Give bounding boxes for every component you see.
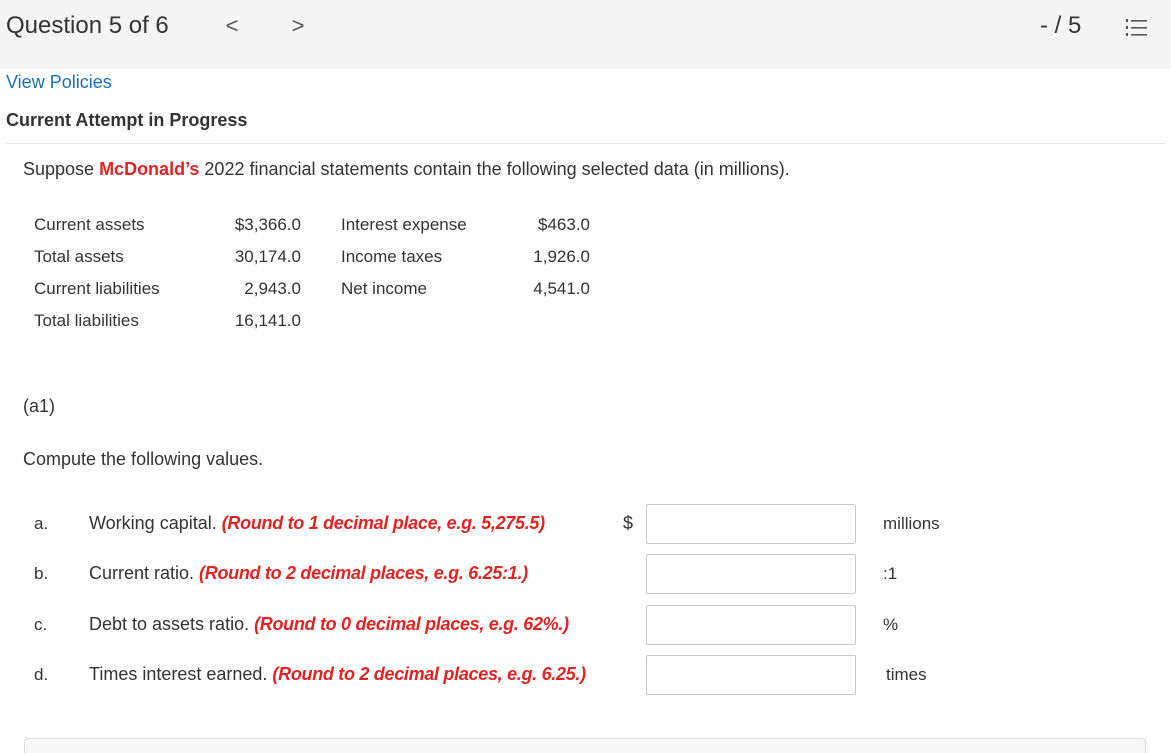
question-label: Current ratio.	[89, 563, 200, 583]
data-value: 2,943.0	[244, 279, 301, 298]
question-letter: b.	[34, 564, 49, 583]
data-value: 1,926.0	[533, 247, 590, 266]
working-capital-input[interactable]	[646, 504, 856, 544]
question-text: Times interest earned. (Round to 2 decim…	[89, 664, 586, 685]
unit-label: :1	[883, 564, 898, 583]
question-label: Times interest earned.	[89, 664, 273, 684]
next-question-button[interactable]: >	[288, 13, 308, 39]
divider	[6, 143, 1166, 144]
data-label: Interest expense	[341, 215, 467, 234]
data-label: Total assets	[34, 247, 124, 266]
list-icon[interactable]	[1124, 16, 1148, 40]
data-value: $463.0	[538, 215, 590, 234]
unit-label: times	[886, 665, 927, 684]
question-letter: c.	[34, 615, 48, 634]
rounding-hint: (Round to 2 decimal places, e.g. 6.25.)	[272, 664, 586, 684]
view-policies-link[interactable]: View Policies	[6, 72, 112, 93]
rounding-hint: (Round to 2 decimal places, e.g. 6.25:1.…	[199, 563, 528, 583]
question-label: Debt to assets ratio.	[89, 614, 255, 634]
question-text: Working capital. (Round to 1 decimal pla…	[89, 513, 545, 534]
question-label: Working capital.	[89, 513, 222, 533]
part-label: (a1)	[23, 396, 56, 416]
intro-suffix: 2022 financial statements contain the fo…	[199, 159, 790, 179]
times-interest-earned-input[interactable]	[646, 655, 856, 695]
instructions-text: Compute the following values.	[23, 449, 264, 469]
attempt-status: Current Attempt in Progress	[6, 110, 248, 130]
previous-question-button[interactable]: <	[222, 13, 242, 39]
intro-prefix: Suppose	[23, 159, 100, 179]
question-text: Debt to assets ratio. (Round to 0 decima…	[89, 614, 569, 635]
data-label: Current liabilities	[34, 279, 160, 298]
question-letter: a.	[34, 514, 49, 533]
question-counter: Question 5 of 6	[6, 12, 169, 39]
rounding-hint: (Round to 1 decimal place, e.g. 5,275.5)	[221, 513, 545, 533]
unit-label: millions	[883, 514, 940, 533]
data-label: Income taxes	[341, 247, 443, 266]
rounding-hint: (Round to 0 decimal places, e.g. 62%.)	[254, 614, 569, 634]
data-value: 30,174.0	[234, 247, 301, 266]
data-label: Net income	[341, 279, 427, 298]
question-letter: d.	[34, 665, 49, 684]
data-label: Total liabilities	[34, 311, 139, 330]
score-display: - / 5	[1040, 12, 1082, 39]
unit-label: %	[883, 615, 899, 634]
current-ratio-input[interactable]	[646, 554, 856, 594]
question-intro: Suppose McDonald’s 2022 financial statem…	[23, 159, 790, 180]
dollar-prefix: $	[623, 513, 634, 533]
data-value: 16,141.0	[234, 311, 301, 330]
company-name: McDonald’s	[99, 159, 200, 179]
question-text: Current ratio. (Round to 2 decimal place…	[89, 563, 528, 584]
question-header-bar: Question 5 of 6 < > - / 5	[0, 0, 1171, 69]
data-label: Current assets	[34, 215, 145, 234]
debt-to-assets-input[interactable]	[646, 605, 856, 645]
data-value: $3,366.0	[234, 215, 301, 234]
data-value: 4,541.0	[533, 279, 590, 298]
footer-panel	[24, 738, 1146, 753]
